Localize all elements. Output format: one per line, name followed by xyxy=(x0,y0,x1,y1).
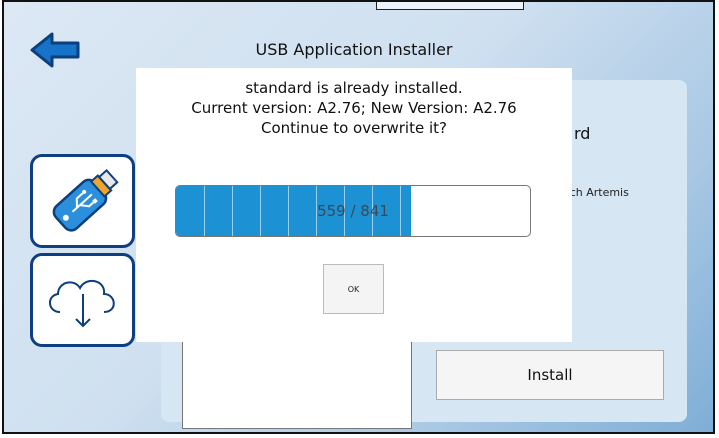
cloud-download-icon xyxy=(48,279,115,328)
back-button[interactable] xyxy=(26,30,82,70)
dialog-message-line1: standard is already installed. xyxy=(245,79,463,97)
app-list-box xyxy=(182,332,412,429)
usb-drive-icon xyxy=(52,168,119,232)
ok-button[interactable]: OK xyxy=(323,264,384,314)
install-button[interactable]: Install xyxy=(436,350,664,400)
cloud-source-button[interactable] xyxy=(30,253,135,347)
app-window: USB Application Installer rd ouch Artemi… xyxy=(2,0,715,434)
dialog-message-line2: Current version: A2.76; New Version: A2.… xyxy=(191,99,517,117)
dialog-message: standard is already installed. Current v… xyxy=(136,78,572,138)
overwrite-dialog: standard is already installed. Current v… xyxy=(136,68,572,342)
app-name-fragment: rd xyxy=(574,124,591,143)
arrow-left-icon xyxy=(30,32,80,68)
progress-bar: 559 / 841 xyxy=(175,185,531,237)
top-tab xyxy=(376,2,524,10)
usb-source-button[interactable] xyxy=(30,154,135,248)
dialog-message-line3: Continue to overwrite it? xyxy=(261,119,447,137)
page-title: USB Application Installer xyxy=(255,40,453,59)
progress-text: 559 / 841 xyxy=(317,202,389,220)
